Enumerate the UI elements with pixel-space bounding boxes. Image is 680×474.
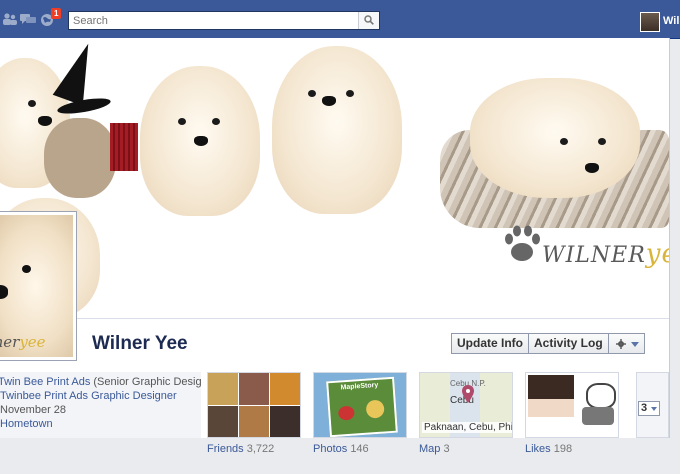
watermark-text: WILNERyee <box>542 239 669 269</box>
info-birthday: November 28 <box>0 404 67 416</box>
search-button[interactable] <box>358 12 379 29</box>
puppy-image <box>272 46 402 214</box>
toy-doll-image <box>44 118 116 198</box>
more-apps-button[interactable]: 3 <box>638 401 660 416</box>
info-hometown-link[interactable]: Hometown <box>0 418 201 431</box>
work-link[interactable]: Twin Bee Print Ads <box>0 376 90 388</box>
friends-tile[interactable] <box>207 372 301 438</box>
likes-tile[interactable] <box>525 372 619 438</box>
notification-count-badge[interactable]: 1 <box>51 8 62 19</box>
activity-log-button[interactable]: Activity Log <box>529 333 609 354</box>
puppy-image <box>470 78 640 198</box>
photos-tile[interactable]: MapleStory <box>313 372 407 438</box>
info-job-link[interactable]: Twinbee Print Ads Graphic Designer <box>0 390 201 403</box>
settings-dropdown-button[interactable] <box>608 333 645 354</box>
info-work: Twin Bee Print Ads (Senior Graphic Desig… <box>0 376 201 388</box>
profile-action-buttons: Update Info Activity Log <box>451 333 645 354</box>
chevron-down-icon <box>630 342 639 347</box>
messages-icon[interactable] <box>20 13 36 25</box>
friends-link[interactable]: Friends 3,722 <box>207 443 274 455</box>
search-input[interactable] <box>69 12 360 29</box>
search-box <box>68 11 380 30</box>
map-pin-icon <box>462 385 474 403</box>
map-tile[interactable]: Cebu N.P. Cebu Paknaan, Cebu, Philippine… <box>419 372 513 438</box>
cover-photo[interactable]: WILNERyee <box>0 38 669 318</box>
friend-requests-icon[interactable] <box>2 13 17 25</box>
likes-link[interactable]: Likes 198 <box>525 443 572 455</box>
user-avatar[interactable] <box>640 12 660 32</box>
chevron-down-icon <box>651 407 657 411</box>
more-apps-box: 3 <box>636 372 669 438</box>
profile-watermark: ilneryee <box>0 333 46 351</box>
photos-link[interactable]: Photos 146 <box>313 443 369 455</box>
about-info: Twin Bee Print Ads (Senior Graphic Desig… <box>0 372 201 438</box>
divider <box>0 318 669 319</box>
watermark-logo: WILNERyee <box>500 223 669 283</box>
map-link[interactable]: Map 3 <box>419 443 450 455</box>
update-info-button[interactable]: Update Info <box>451 333 529 354</box>
gear-icon <box>615 339 626 349</box>
user-name-link[interactable]: Wil <box>663 15 679 27</box>
puppy-image <box>140 66 260 216</box>
toy-hat <box>52 38 104 106</box>
profile-picture[interactable]: ilneryee <box>0 211 77 361</box>
profile-name[interactable]: Wilner Yee <box>92 333 188 355</box>
top-navigation-bar: 1 Wil <box>0 0 680 39</box>
toy-scarf <box>110 123 138 171</box>
paw-icon <box>505 225 540 261</box>
search-icon <box>364 15 374 25</box>
